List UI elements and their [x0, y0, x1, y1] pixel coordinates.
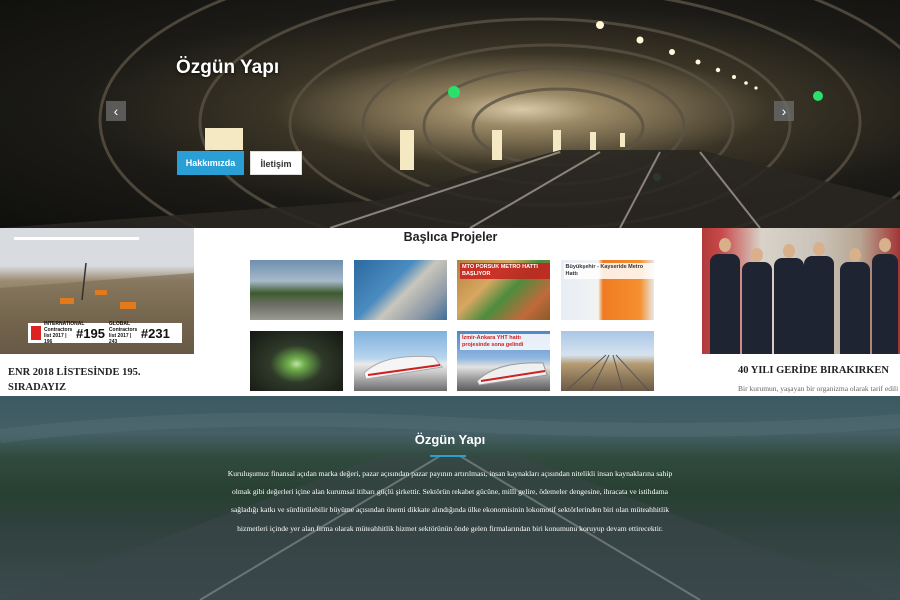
about-title-underline	[430, 455, 466, 457]
anniversary-image	[702, 228, 900, 354]
enr-ranking-image: INTERNATIONAL Contractors list 2017 | 19…	[0, 228, 194, 354]
decorative-line	[14, 237, 139, 240]
international-rank: #195	[76, 325, 105, 341]
international-list-label: INTERNATIONAL Contractors list 2017 | 19…	[44, 321, 85, 345]
about-paragraph: Kuruluşumuz finansal açıdan marka değeri…	[227, 469, 673, 533]
anniversary-excerpt: Bir kurumun, yaşayan bir organizma olara…	[738, 384, 898, 393]
anniversary-title[interactable]: 40 YILI GERİDE BIRAKIRKEN	[738, 365, 889, 376]
projects-grid: MTO PORSUK METRO HATTI BAŞLIYOR Büyükşeh…	[250, 260, 654, 391]
project-thumbnail[interactable]: Büyükşehir - Kayseride Metro Hattı	[560, 260, 654, 320]
about-section: Özgün Yapı Kuruluşumuz finansal açıdan m…	[0, 396, 900, 600]
highlights-strip: INTERNATIONAL Contractors list 2017 | 19…	[0, 228, 900, 396]
project-thumbnail[interactable]: İzmir-Ankara YHT hattı projesinde sona g…	[457, 331, 550, 391]
enr-ranking-card[interactable]: INTERNATIONAL Contractors list 2017 | 19…	[0, 228, 194, 396]
enr-logo-icon	[31, 326, 41, 340]
project-thumbnail[interactable]	[560, 331, 654, 391]
global-rank: #231	[140, 325, 170, 341]
project-thumbnail-label: Büyükşehir - Kayseride Metro Hattı	[563, 263, 654, 279]
about-us-button[interactable]: Hakkımızda	[177, 151, 244, 175]
projects-title: Başlıca Projeler	[403, 230, 498, 244]
tunnel-background	[0, 0, 900, 228]
project-thumbnail-label: MTO PORSUK METRO HATTI BAŞLIYOR	[460, 263, 550, 279]
enr-rank-badge: INTERNATIONAL Contractors list 2017 | 19…	[28, 321, 182, 345]
contact-button[interactable]: İletişim	[250, 151, 302, 175]
hero-title: Özgün Yapı	[176, 57, 280, 78]
project-thumbnail[interactable]	[250, 260, 343, 320]
slider-prev-arrow[interactable]: ‹	[106, 101, 126, 121]
enr-ranking-caption[interactable]: ENR 2018 LİSTESİNDE 195. SIRADAYIZ	[8, 365, 178, 395]
global-list-label: GLOBAL Contractors list 2017 | 243	[108, 321, 138, 345]
slider-next-arrow[interactable]: ›	[774, 101, 794, 121]
project-thumbnail[interactable]	[353, 331, 447, 391]
project-thumbnail[interactable]	[250, 331, 343, 391]
about-title: Özgün Yapı	[414, 432, 486, 447]
anniversary-card[interactable]: 40 YILI GERİDE BIRAKIRKEN Bir kurumun, y…	[702, 228, 900, 396]
project-thumbnail[interactable]: MTO PORSUK METRO HATTI BAŞLIYOR	[457, 260, 550, 320]
hero-slider: Özgün Yapı ‹ › Hakkımızda İletişim	[0, 0, 900, 228]
project-thumbnail[interactable]	[353, 260, 447, 320]
